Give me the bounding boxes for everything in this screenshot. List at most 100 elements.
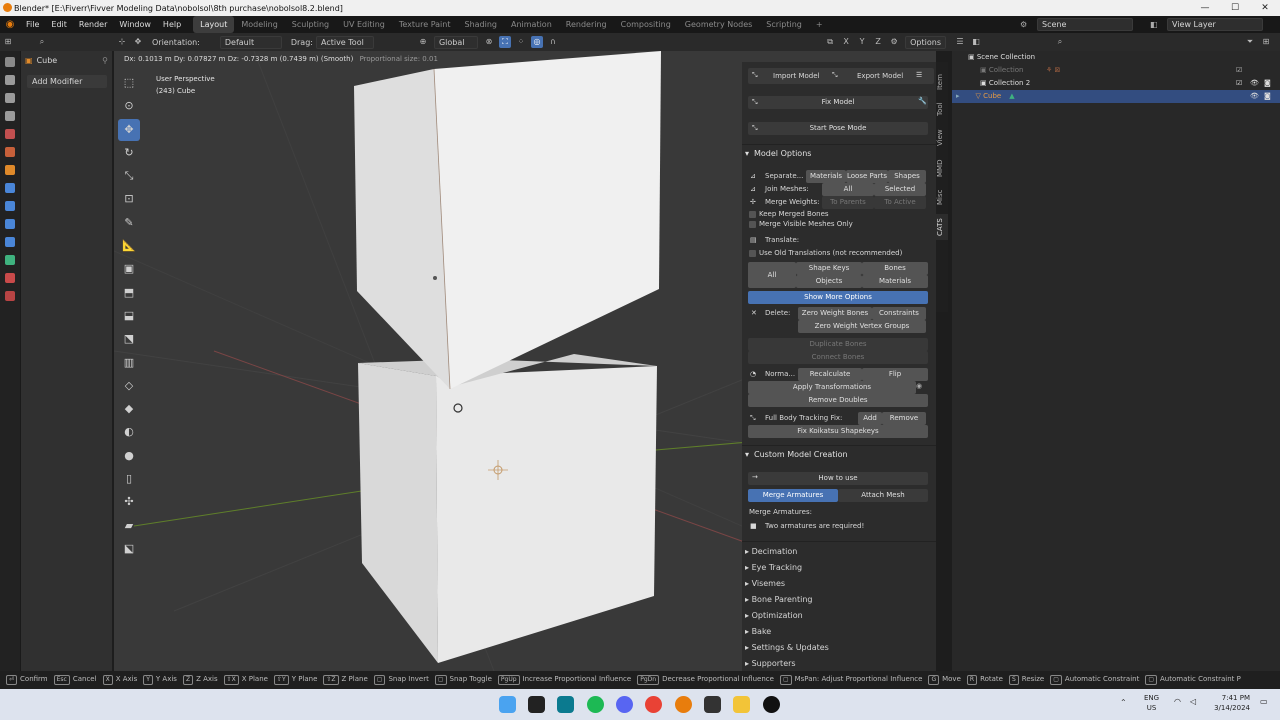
chrome-icon[interactable] <box>645 696 662 713</box>
lower-cube-left-face[interactable] <box>358 363 438 663</box>
fbt-remove-button[interactable]: Remove <box>882 412 926 425</box>
add-modifier-dropdown[interactable]: Add Modifier <box>27 75 107 88</box>
maximize-button[interactable]: ☐ <box>1220 0 1250 16</box>
start-icon[interactable] <box>499 696 516 713</box>
tab-compositing[interactable]: Compositing <box>614 16 678 33</box>
section-settings-updates[interactable]: ▸ Settings & Updates <box>742 640 936 656</box>
import-model-button[interactable]: Import Model <box>773 72 819 80</box>
constraints-button[interactable]: Constraints <box>872 307 926 320</box>
discord-icon[interactable] <box>616 696 633 713</box>
tray-chevron-icon[interactable]: ⌃ <box>1120 698 1127 707</box>
app-icon[interactable] <box>763 696 780 713</box>
section-optimization[interactable]: ▸ Optimization <box>742 608 936 624</box>
tab-animation[interactable]: Animation <box>504 16 559 33</box>
particles-tab-icon[interactable] <box>5 201 15 211</box>
eye-icon[interactable]: 👁 <box>1250 77 1259 90</box>
zero-weight-vertex-groups-button[interactable]: Zero Weight Vertex Groups <box>798 320 926 333</box>
language-indicator[interactable]: ENG US <box>1144 693 1159 713</box>
menu-icon[interactable]: ☰ <box>916 71 922 79</box>
separate-materials-button[interactable]: Materials <box>806 170 846 183</box>
spin-icon[interactable]: ◐ <box>118 421 140 443</box>
drag-dropdown[interactable]: Active Tool <box>315 35 374 49</box>
tab-item[interactable]: Item <box>936 70 948 94</box>
mirror-icon[interactable]: ⧉ <box>824 36 836 48</box>
flip-button[interactable]: Flip <box>862 368 928 381</box>
join-selected-button[interactable]: Selected <box>874 183 926 196</box>
axis-z-toggle[interactable]: Z <box>872 36 884 48</box>
poly-build-icon[interactable]: ◆ <box>118 398 140 420</box>
blender-icon[interactable] <box>675 696 692 713</box>
keep-merged-bones-checkbox[interactable]: Keep Merged Bones <box>749 210 829 218</box>
translate-all-button[interactable]: All <box>748 262 796 288</box>
notification-icon[interactable]: ▭ <box>1260 697 1268 706</box>
scene-tab-icon[interactable] <box>5 129 15 139</box>
loop-cut-icon[interactable]: ▥ <box>118 352 140 374</box>
pivot-icon[interactable]: ⊗ <box>483 36 495 48</box>
texture-tab-icon[interactable] <box>5 291 15 301</box>
show-more-options-button[interactable]: Show More Options <box>748 291 928 304</box>
export-model-button[interactable]: Export Model <box>857 72 903 80</box>
section-visemes[interactable]: ▸ Visemes <box>742 576 936 592</box>
expand-icon[interactable]: ▸ <box>956 92 960 100</box>
join-all-button[interactable]: All <box>822 183 874 196</box>
tab-scripting[interactable]: Scripting <box>759 16 809 33</box>
upper-cube-right-face[interactable] <box>434 51 661 389</box>
measure-icon[interactable]: 📐 <box>118 235 140 257</box>
inset-icon[interactable]: ⬓ <box>118 305 140 327</box>
tab-tool[interactable]: Tool <box>936 98 948 120</box>
axis-x-toggle[interactable]: X <box>840 36 852 48</box>
tab-uv-editing[interactable]: UV Editing <box>336 16 392 33</box>
orientation-dropdown[interactable]: Default <box>219 35 282 49</box>
outliner-row-cube[interactable]: ▸ ▽ Cube ▲ 👁 ◙ <box>952 90 1280 103</box>
filter-icon[interactable]: ⏷ <box>1244 36 1256 48</box>
tab-modeling[interactable]: Modeling <box>234 16 284 33</box>
view-layer-tab-icon[interactable] <box>5 111 15 121</box>
editor-type-icon[interactable]: ⊹ <box>116 36 128 48</box>
object-tab-icon[interactable] <box>5 165 15 175</box>
data-tab-icon[interactable] <box>5 255 15 265</box>
settings-icon[interactable]: ⚙ <box>888 36 900 48</box>
lower-cube-right-face[interactable] <box>436 366 657 663</box>
options-dropdown[interactable]: Options <box>905 35 946 49</box>
snap-icon[interactable]: ⛶ <box>498 36 511 48</box>
axis-y-toggle[interactable]: Y <box>856 36 868 48</box>
outliner-row-scene-collection[interactable]: ▣ Scene Collection <box>952 51 1280 64</box>
new-collection-icon[interactable]: ⊞ <box>1260 36 1272 48</box>
menu-edit[interactable]: Edit <box>45 16 73 33</box>
menu-help[interactable]: Help <box>157 16 187 33</box>
connect-bones-button[interactable]: Connect Bones <box>748 351 928 364</box>
tab-rendering[interactable]: Rendering <box>559 16 614 33</box>
tab-geometry-nodes[interactable]: Geometry Nodes <box>678 16 759 33</box>
view-layer-selector[interactable]: View Layer <box>1167 18 1263 31</box>
annotate-icon[interactable]: ✎ <box>118 212 140 234</box>
pin-icon[interactable]: ⚲ <box>102 56 108 65</box>
output-tab-icon[interactable] <box>5 93 15 103</box>
section-eye-tracking[interactable]: ▸ Eye Tracking <box>742 560 936 576</box>
search-icon[interactable]: ⌕ <box>1054 36 1066 48</box>
translate-bones-button[interactable]: Bones <box>862 262 928 275</box>
world-tab-icon[interactable] <box>5 147 15 157</box>
section-decimation[interactable]: ▸ Decimation <box>742 544 936 560</box>
menu-render[interactable]: Render <box>73 16 113 33</box>
checkbox-icon[interactable]: ☑ <box>1236 64 1242 77</box>
spotify-icon[interactable] <box>587 696 604 713</box>
merge-to-active-button[interactable]: To Active <box>874 196 926 209</box>
tab-layout[interactable]: Layout <box>193 16 235 33</box>
menu-window[interactable]: Window <box>113 16 157 33</box>
tab-cats[interactable]: CATS <box>936 214 948 240</box>
wifi-icon[interactable]: ◠ <box>1174 697 1181 706</box>
use-old-translations-checkbox[interactable]: Use Old Translations (not recommended) <box>749 249 902 257</box>
scale-icon[interactable]: ⤡ <box>118 165 140 187</box>
section-bake[interactable]: ▸ Bake <box>742 624 936 640</box>
snap-target-icon[interactable]: ⁘ <box>515 36 527 48</box>
proportional-edit-icon[interactable]: ◎ <box>530 36 543 48</box>
attach-mesh-tab[interactable]: Attach Mesh <box>838 489 928 502</box>
app-icon[interactable] <box>557 696 574 713</box>
fix-koikatsu-button[interactable]: Fix Koikatsu Shapekeys <box>748 425 928 438</box>
blender-menu-icon[interactable]: ◉ <box>0 19 20 30</box>
separate-shapes-button[interactable]: Shapes <box>888 170 926 183</box>
recalculate-button[interactable]: Recalculate <box>798 368 862 381</box>
terminal-icon[interactable] <box>704 696 721 713</box>
tab-view[interactable]: View <box>936 126 948 150</box>
settings-icon[interactable]: 🔧 <box>918 97 927 105</box>
